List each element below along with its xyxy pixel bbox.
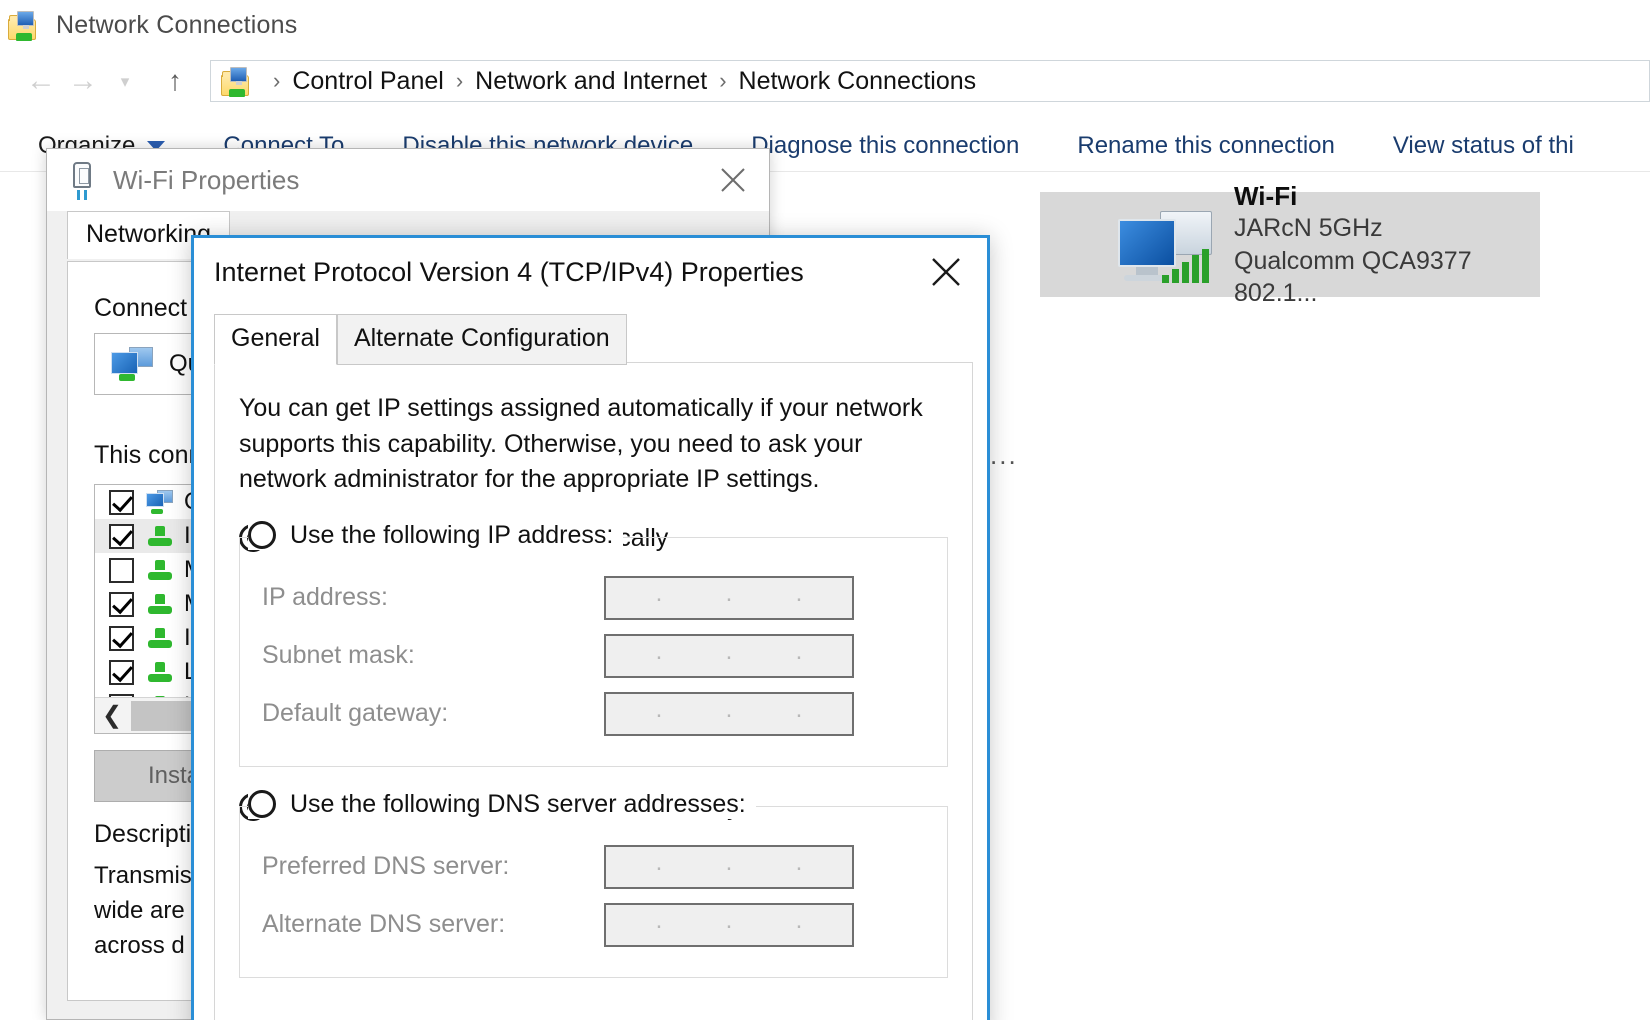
radio-use-following-ip[interactable]: Use the following IP address: <box>248 521 623 550</box>
octet-dot: . <box>726 851 733 875</box>
back-icon[interactable]: ← <box>20 60 62 102</box>
alternate-dns-input[interactable]: . . . <box>604 903 854 947</box>
navigation-bar: ← → ▾ ↑ › Control Panel › Network and In… <box>0 50 1650 112</box>
octet-dot: . <box>656 640 663 664</box>
tab-alternate-configuration[interactable]: Alternate Configuration <box>337 314 627 365</box>
breadcrumb-item-network-connections[interactable]: Network Connections <box>739 67 977 96</box>
protocol-icon <box>146 626 174 650</box>
octet-dot: . <box>796 909 803 933</box>
ipv4-dialog-titlebar: Internet Protocol Version 4 (TCP/IPv4) P… <box>194 238 987 306</box>
protocol-icon <box>146 558 174 582</box>
network-adapter-icon <box>69 160 95 200</box>
arrow-up-icon[interactable]: ↑ <box>154 60 196 102</box>
field-preferred-dns: Preferred DNS server: . . . <box>254 841 933 893</box>
field-alternate-dns: Alternate DNS server: . . . <box>254 899 933 951</box>
octet-dot: . <box>796 640 803 664</box>
rename-connection-button[interactable]: Rename this connection <box>1077 132 1334 160</box>
octet-dot: . <box>796 698 803 722</box>
connection-name: Wi-Fi <box>1234 180 1540 213</box>
radio-button[interactable] <box>248 790 276 818</box>
checkbox[interactable] <box>109 660 134 685</box>
radio-use-following-dns[interactable]: Use the following DNS server addresses: <box>248 790 756 819</box>
field-label: Subnet mask: <box>254 641 604 670</box>
close-icon[interactable] <box>915 246 977 298</box>
subnet-mask-input[interactable]: . . . <box>604 634 854 678</box>
octet-dot: . <box>796 582 803 606</box>
radio-label: Use the following IP address: <box>290 521 613 550</box>
octet-dot: . <box>656 582 663 606</box>
overflow-ellipsis: ... <box>990 440 1018 471</box>
window-title: Network Connections <box>56 11 297 40</box>
breadcrumb-separator: › <box>273 70 280 92</box>
protocol-icon <box>146 592 174 616</box>
manual-ip-group: Use the following IP address: IP address… <box>239 537 948 767</box>
octet-dot: . <box>726 698 733 722</box>
forward-icon[interactable]: → <box>62 60 104 102</box>
ipv4-description: You can get IP settings assigned automat… <box>239 391 939 498</box>
breadcrumb-separator: › <box>456 70 463 92</box>
adapter-icon <box>111 347 155 381</box>
chevron-down-icon[interactable]: ▾ <box>104 60 146 102</box>
connection-adapter: Qualcomm QCA9377 802.1... <box>1234 245 1540 310</box>
checkbox[interactable] <box>109 558 134 583</box>
ipv4-dialog-title: Internet Protocol Version 4 (TCP/IPv4) P… <box>214 257 804 288</box>
breadcrumb-item-control-panel[interactable]: Control Panel <box>292 67 443 96</box>
protocol-icon <box>146 524 174 548</box>
field-label: Default gateway: <box>254 699 604 728</box>
window-titlebar: Network Connections <box>0 0 1650 50</box>
wifi-dialog-titlebar: Wi-Fi Properties <box>47 149 769 211</box>
field-label: Alternate DNS server: <box>254 910 604 939</box>
octet-dot: . <box>726 640 733 664</box>
protocol-icon <box>146 660 174 684</box>
checkbox[interactable] <box>109 626 134 651</box>
connection-item-wifi[interactable]: Wi-Fi JARcN 5GHz Qualcomm QCA9377 802.1.… <box>1040 192 1540 297</box>
breadcrumb-separator: › <box>719 70 726 92</box>
octet-dot: . <box>656 851 663 875</box>
octet-dot: . <box>726 909 733 933</box>
default-gateway-input[interactable]: . . . <box>604 692 854 736</box>
checkbox[interactable] <box>109 592 134 617</box>
octet-dot: . <box>726 582 733 606</box>
wifi-dialog-title: Wi-Fi Properties <box>113 165 299 196</box>
breadcrumb[interactable]: › Control Panel › Network and Internet ›… <box>210 60 1650 102</box>
field-label: Preferred DNS server: <box>254 852 604 881</box>
octet-dot: . <box>796 851 803 875</box>
network-connections-icon <box>8 9 42 41</box>
field-label: IP address: <box>254 583 604 612</box>
client-icon <box>146 490 174 514</box>
ip-address-input[interactable]: . . . <box>604 576 854 620</box>
field-subnet-mask: Subnet mask: . . . <box>254 630 933 682</box>
network-adapter-icon <box>1110 205 1220 289</box>
checkbox[interactable] <box>109 490 134 515</box>
ipv4-properties-dialog: Internet Protocol Version 4 (TCP/IPv4) P… <box>191 235 990 1020</box>
field-default-gateway: Default gateway: . . . <box>254 688 933 740</box>
checkbox[interactable] <box>109 524 134 549</box>
octet-dot: . <box>656 909 663 933</box>
close-icon[interactable] <box>697 149 769 211</box>
diagnose-connection-button[interactable]: Diagnose this connection <box>751 132 1019 160</box>
view-status-button[interactable]: View status of thi <box>1393 132 1574 160</box>
screen: Network Connections ← → ▾ ↑ › Control Pa… <box>0 0 1650 1020</box>
radio-label: Use the following DNS server addresses: <box>290 790 746 819</box>
octet-dot: . <box>656 698 663 722</box>
preferred-dns-input[interactable]: . . . <box>604 845 854 889</box>
ipv4-dialog-tabs: General Alternate Configuration <box>214 314 627 365</box>
radio-button[interactable] <box>248 521 276 549</box>
signal-bars-icon <box>1162 249 1209 283</box>
field-ip-address: IP address: . . . <box>254 572 933 624</box>
tab-general[interactable]: General <box>214 314 337 365</box>
manual-dns-group: Use the following DNS server addresses: … <box>239 806 948 978</box>
chevron-left-icon[interactable]: ❮ <box>95 699 129 733</box>
ipv4-general-panel: You can get IP settings assigned automat… <box>214 362 973 1020</box>
connection-ssid: JARcN 5GHz <box>1234 212 1540 245</box>
breadcrumb-item-network-and-internet[interactable]: Network and Internet <box>475 67 707 96</box>
breadcrumb-root-icon[interactable] <box>221 65 255 97</box>
